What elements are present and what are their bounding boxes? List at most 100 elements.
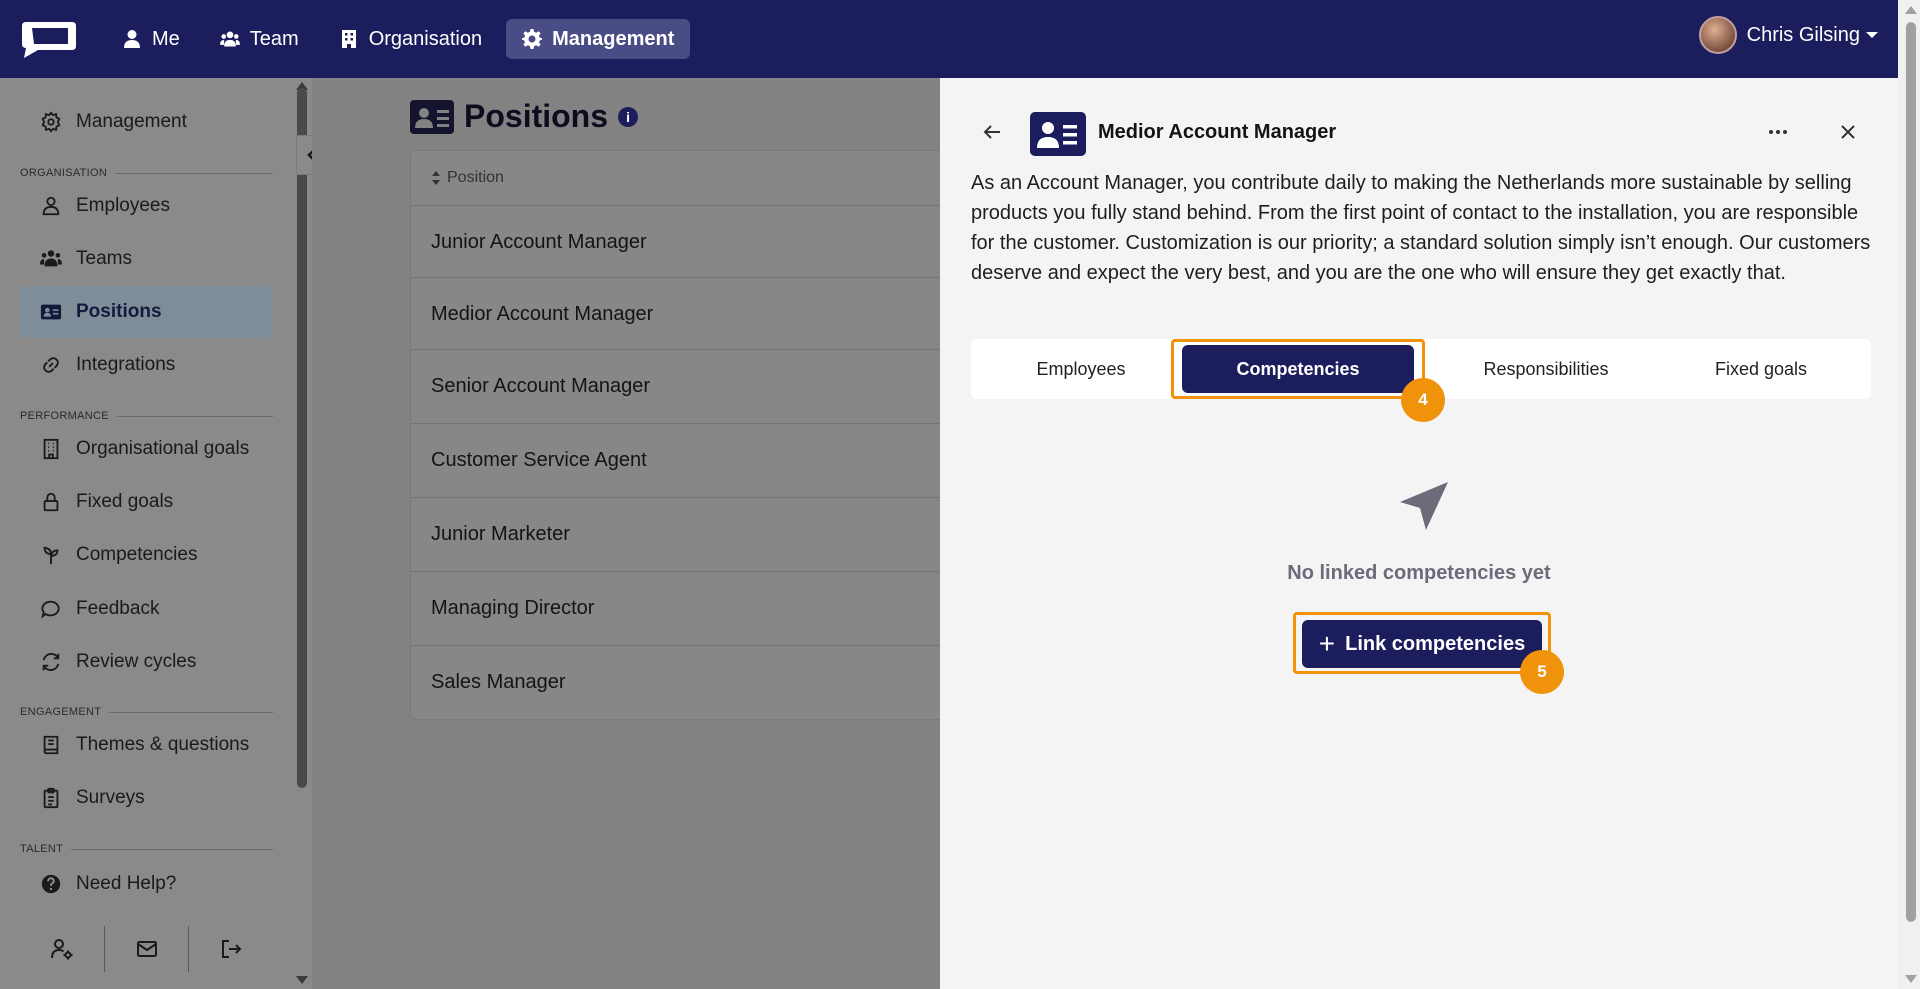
- book-icon: [43, 735, 59, 755]
- building-icon: [43, 438, 59, 460]
- column-header-position[interactable]: Position: [431, 169, 504, 187]
- nav-team-label: Team: [249, 27, 299, 50]
- positions-table: Position Junior Account Manager Medior A…: [410, 150, 951, 720]
- sidebar-menu: Management ORGANISATION Employees Teams …: [0, 78, 290, 989]
- sidebar-item-employees[interactable]: Employees: [20, 180, 273, 232]
- main-nav: Me Team Organisation Management: [106, 19, 691, 59]
- sidebar-item-label: Surveys: [76, 787, 145, 808]
- table-row[interactable]: Junior Marketer: [411, 497, 951, 571]
- sidebar-scroll-down-icon[interactable]: [296, 976, 308, 984]
- row-label: Medior Account Manager: [431, 303, 654, 325]
- sidebar-footer: [20, 921, 273, 977]
- sprout-icon: [43, 546, 59, 565]
- nav-team[interactable]: Team: [204, 19, 315, 59]
- sidebar-scrollbar[interactable]: [297, 88, 307, 788]
- link-competencies-label: Link competencies: [1345, 632, 1526, 655]
- caret-down-icon: [1866, 32, 1878, 38]
- back-button[interactable]: [980, 120, 1004, 144]
- sidebar-item-fixed-goals[interactable]: Fixed goals: [20, 476, 273, 528]
- table-row[interactable]: Junior Account Manager: [411, 205, 951, 279]
- page-title-text: Positions: [464, 98, 609, 134]
- app-logo-icon[interactable]: [18, 18, 78, 60]
- sidebar-item-label: Positions: [76, 301, 162, 322]
- sidebar-item-need-help[interactable]: Need Help?: [20, 858, 273, 910]
- help-circle-icon: [41, 874, 61, 894]
- tab-responsibilities[interactable]: Responsibilities: [1431, 345, 1661, 393]
- top-navigation-bar: Me Team Organisation Management Chris Gi…: [0, 0, 1920, 78]
- row-label: Customer Service Agent: [431, 449, 647, 471]
- table-row[interactable]: Medior Account Manager: [411, 277, 951, 351]
- nav-management-label: Management: [552, 27, 675, 50]
- row-label: Managing Director: [431, 597, 595, 619]
- sidebar-item-positions[interactable]: Positions: [20, 286, 273, 338]
- panel-title: Medior Account Manager: [1098, 121, 1337, 143]
- logout-button[interactable]: [188, 926, 273, 972]
- navigation-arrow-icon: [1400, 482, 1448, 530]
- page-scroll-down-icon[interactable]: [1905, 975, 1917, 983]
- arrow-left-icon: [983, 125, 1000, 139]
- page-title: Positions i: [410, 98, 639, 135]
- sidebar-item-themes-questions[interactable]: Themes & questions: [20, 719, 273, 771]
- sidebar-item-review-cycles[interactable]: Review cycles: [20, 636, 273, 688]
- section-label: TALENT: [20, 843, 64, 855]
- close-button[interactable]: [1836, 120, 1860, 149]
- nav-management[interactable]: Management: [506, 19, 691, 59]
- sidebar-item-teams[interactable]: Teams: [20, 233, 273, 285]
- section-label: PERFORMANCE: [20, 410, 109, 422]
- users-icon: [40, 250, 62, 267]
- nav-me[interactable]: Me: [106, 19, 196, 59]
- more-options-button[interactable]: [1766, 120, 1790, 149]
- user-settings-button[interactable]: [20, 926, 104, 972]
- users-icon: [219, 31, 240, 47]
- sidebar-item-label: Fixed goals: [76, 491, 174, 512]
- link-icon: [43, 357, 59, 373]
- row-label: Sales Manager: [431, 671, 566, 693]
- sidebar-item-integrations[interactable]: Integrations: [20, 339, 273, 391]
- row-label: Senior Account Manager: [431, 375, 651, 397]
- step-badge-4: 4: [1401, 378, 1445, 422]
- refresh-icon: [42, 652, 60, 672]
- table-row[interactable]: Customer Service Agent: [411, 423, 951, 497]
- nav-organisation[interactable]: Organisation: [323, 19, 498, 59]
- sidebar-item-label: Management: [76, 111, 187, 132]
- sidebar-item-competencies[interactable]: Competencies: [20, 529, 273, 581]
- sidebar-item-label: Review cycles: [76, 651, 197, 672]
- sidebar-item-organisational-goals[interactable]: Organisational goals: [20, 423, 273, 475]
- sidebar-item-management[interactable]: Management: [20, 96, 273, 148]
- nav-organisation-label: Organisation: [368, 27, 483, 50]
- sidebar-item-label: Themes & questions: [76, 734, 250, 755]
- mail-icon: [136, 941, 157, 957]
- link-competencies-button[interactable]: + Link competencies: [1302, 620, 1542, 668]
- section-label: ORGANISATION: [20, 167, 108, 179]
- clipboard-icon: [43, 787, 59, 809]
- lock-icon: [43, 492, 59, 512]
- section-organisation: ORGANISATION: [20, 167, 273, 179]
- tab-label: Responsibilities: [1483, 358, 1609, 379]
- chat-bubble-icon: [41, 600, 60, 619]
- main-content: Positions i Position Junior Account Mana…: [312, 78, 951, 989]
- user-name: Chris Gilsing: [1746, 23, 1860, 46]
- table-row[interactable]: Managing Director: [411, 571, 951, 645]
- logout-icon: [222, 940, 242, 958]
- sidebar-item-label: Organisational goals: [76, 438, 250, 459]
- sidebar-item-feedback[interactable]: Feedback: [20, 583, 273, 635]
- position-description: As an Account Manager, you contribute da…: [971, 172, 1871, 284]
- messages-button[interactable]: [103, 926, 189, 972]
- tab-fixed-goals[interactable]: Fixed goals: [1671, 345, 1851, 393]
- user-menu[interactable]: Chris Gilsing: [1698, 16, 1878, 54]
- page-scroll-up-icon[interactable]: [1905, 6, 1917, 14]
- page-scrollbar-thumb[interactable]: [1906, 22, 1916, 922]
- info-icon[interactable]: i: [618, 106, 639, 127]
- id-card-icon: [410, 99, 454, 134]
- table-row[interactable]: Sales Manager: [411, 645, 951, 719]
- table-row[interactable]: Senior Account Manager: [411, 349, 951, 423]
- step-highlight-4: [1171, 339, 1425, 399]
- sort-icon: [432, 171, 440, 185]
- sidebar-item-surveys[interactable]: Surveys: [20, 772, 273, 824]
- gear-icon: [522, 29, 543, 49]
- tab-label: Fixed goals: [1714, 358, 1808, 379]
- plus-icon: +: [1318, 628, 1336, 659]
- user-icon: [42, 196, 60, 216]
- id-card-icon: [40, 304, 62, 320]
- tab-employees[interactable]: Employees: [991, 345, 1171, 393]
